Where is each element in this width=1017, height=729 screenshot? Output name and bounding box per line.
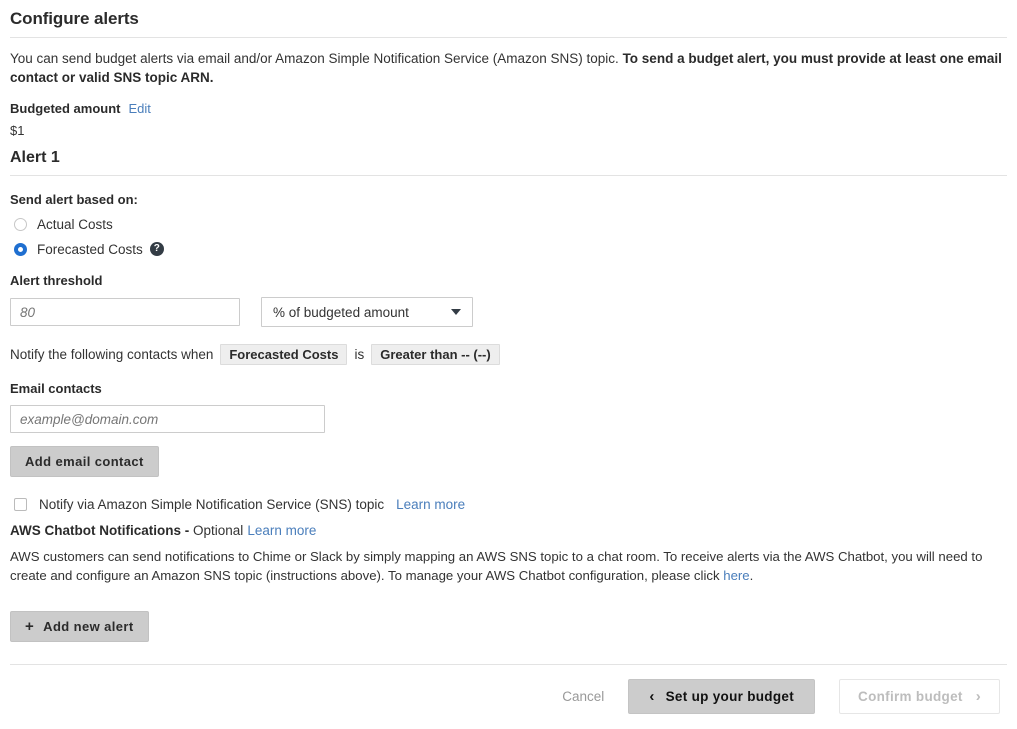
chevron-left-icon: ‹	[649, 688, 655, 706]
description-text: You can send budget alerts via email and…	[10, 51, 623, 66]
alert-section-title: Alert 1	[10, 149, 60, 166]
chevron-down-icon	[451, 309, 461, 315]
title-divider	[10, 37, 1007, 38]
radio-forecasted-costs-label: Forecasted Costs	[37, 241, 143, 257]
page-title: Configure alerts	[10, 9, 139, 28]
sns-learn-more-link[interactable]: Learn more	[396, 497, 465, 512]
notify-prefix-text: Notify the following contacts when	[10, 347, 214, 362]
budgeted-amount-value: $1	[10, 123, 25, 138]
alert-section-divider	[10, 175, 1007, 176]
alert-threshold-label: Alert threshold	[10, 273, 103, 288]
cancel-button[interactable]: Cancel	[562, 689, 604, 704]
sns-notify-checkbox[interactable]	[14, 498, 27, 511]
email-input-row	[10, 405, 1007, 433]
footer-divider	[10, 664, 1007, 666]
alert-threshold-input[interactable]	[10, 298, 240, 326]
sns-notify-label: Notify via Amazon Simple Notification Se…	[39, 497, 385, 512]
threshold-input-row: % of budgeted amount	[10, 297, 1007, 327]
budgeted-amount-label: Budgeted amount	[10, 101, 121, 116]
add-email-contact-label: Add email contact	[25, 454, 144, 469]
plus-icon: +	[25, 618, 35, 636]
radio-option-forecasted-costs[interactable]: Forecasted Costs ?	[10, 241, 1007, 257]
budgeted-amount-row: Budgeted amount Edit	[10, 101, 1007, 116]
chatbot-here-link[interactable]: here	[723, 568, 749, 583]
chatbot-optional-text: Optional	[193, 523, 244, 538]
send-alert-based-on-label: Send alert based on:	[10, 192, 138, 207]
chatbot-title: AWS Chatbot Notifications -	[10, 523, 190, 538]
notify-is-text: is	[354, 347, 365, 362]
chatbot-description-tail: .	[749, 568, 754, 583]
radio-option-actual-costs[interactable]: Actual Costs	[10, 216, 1007, 232]
confirm-budget-button: Confirm budget ›	[839, 679, 1000, 715]
radio-actual-costs-icon[interactable]	[14, 217, 27, 231]
threshold-unit-value: % of budgeted amount	[273, 304, 409, 320]
threshold-unit-select[interactable]: % of budgeted amount	[261, 297, 473, 327]
chatbot-description: AWS customers can send notifications to …	[10, 547, 995, 585]
footer-actions: Cancel ‹ Set up your budget Confirm budg…	[10, 679, 1007, 715]
chatbot-learn-more-link[interactable]: Learn more	[247, 523, 316, 538]
help-icon[interactable]: ?	[149, 242, 164, 256]
add-new-alert-button[interactable]: + Add new alert	[10, 611, 149, 643]
email-contact-input[interactable]	[10, 405, 325, 433]
chatbot-description-text: AWS customers can send notifications to …	[10, 549, 983, 583]
add-email-contact-button[interactable]: Add email contact	[10, 446, 159, 477]
radio-forecasted-costs-icon[interactable]	[14, 242, 27, 256]
set-up-your-budget-label: Set up your budget	[665, 689, 795, 705]
edit-budget-link[interactable]: Edit	[129, 101, 151, 116]
chevron-right-icon: ›	[975, 688, 981, 706]
notify-condition-chip: Greater than -- (--)	[371, 344, 500, 365]
email-contacts-label: Email contacts	[10, 381, 102, 396]
notify-sentence: Notify the following contacts when Forec…	[10, 344, 1007, 365]
confirm-budget-label: Confirm budget	[858, 689, 963, 705]
page-description: You can send budget alerts via email and…	[10, 49, 1005, 87]
configure-alerts-page: Configure alerts You can send budget ale…	[0, 9, 1017, 715]
set-up-your-budget-button[interactable]: ‹ Set up your budget	[628, 679, 816, 715]
add-new-alert-label: Add new alert	[43, 619, 134, 635]
sns-notify-row[interactable]: Notify via Amazon Simple Notification Se…	[10, 497, 1007, 512]
notify-basis-chip: Forecasted Costs	[220, 344, 348, 365]
chatbot-heading: AWS Chatbot Notifications - Optional Lear…	[10, 523, 1007, 538]
radio-actual-costs-label: Actual Costs	[37, 216, 113, 232]
